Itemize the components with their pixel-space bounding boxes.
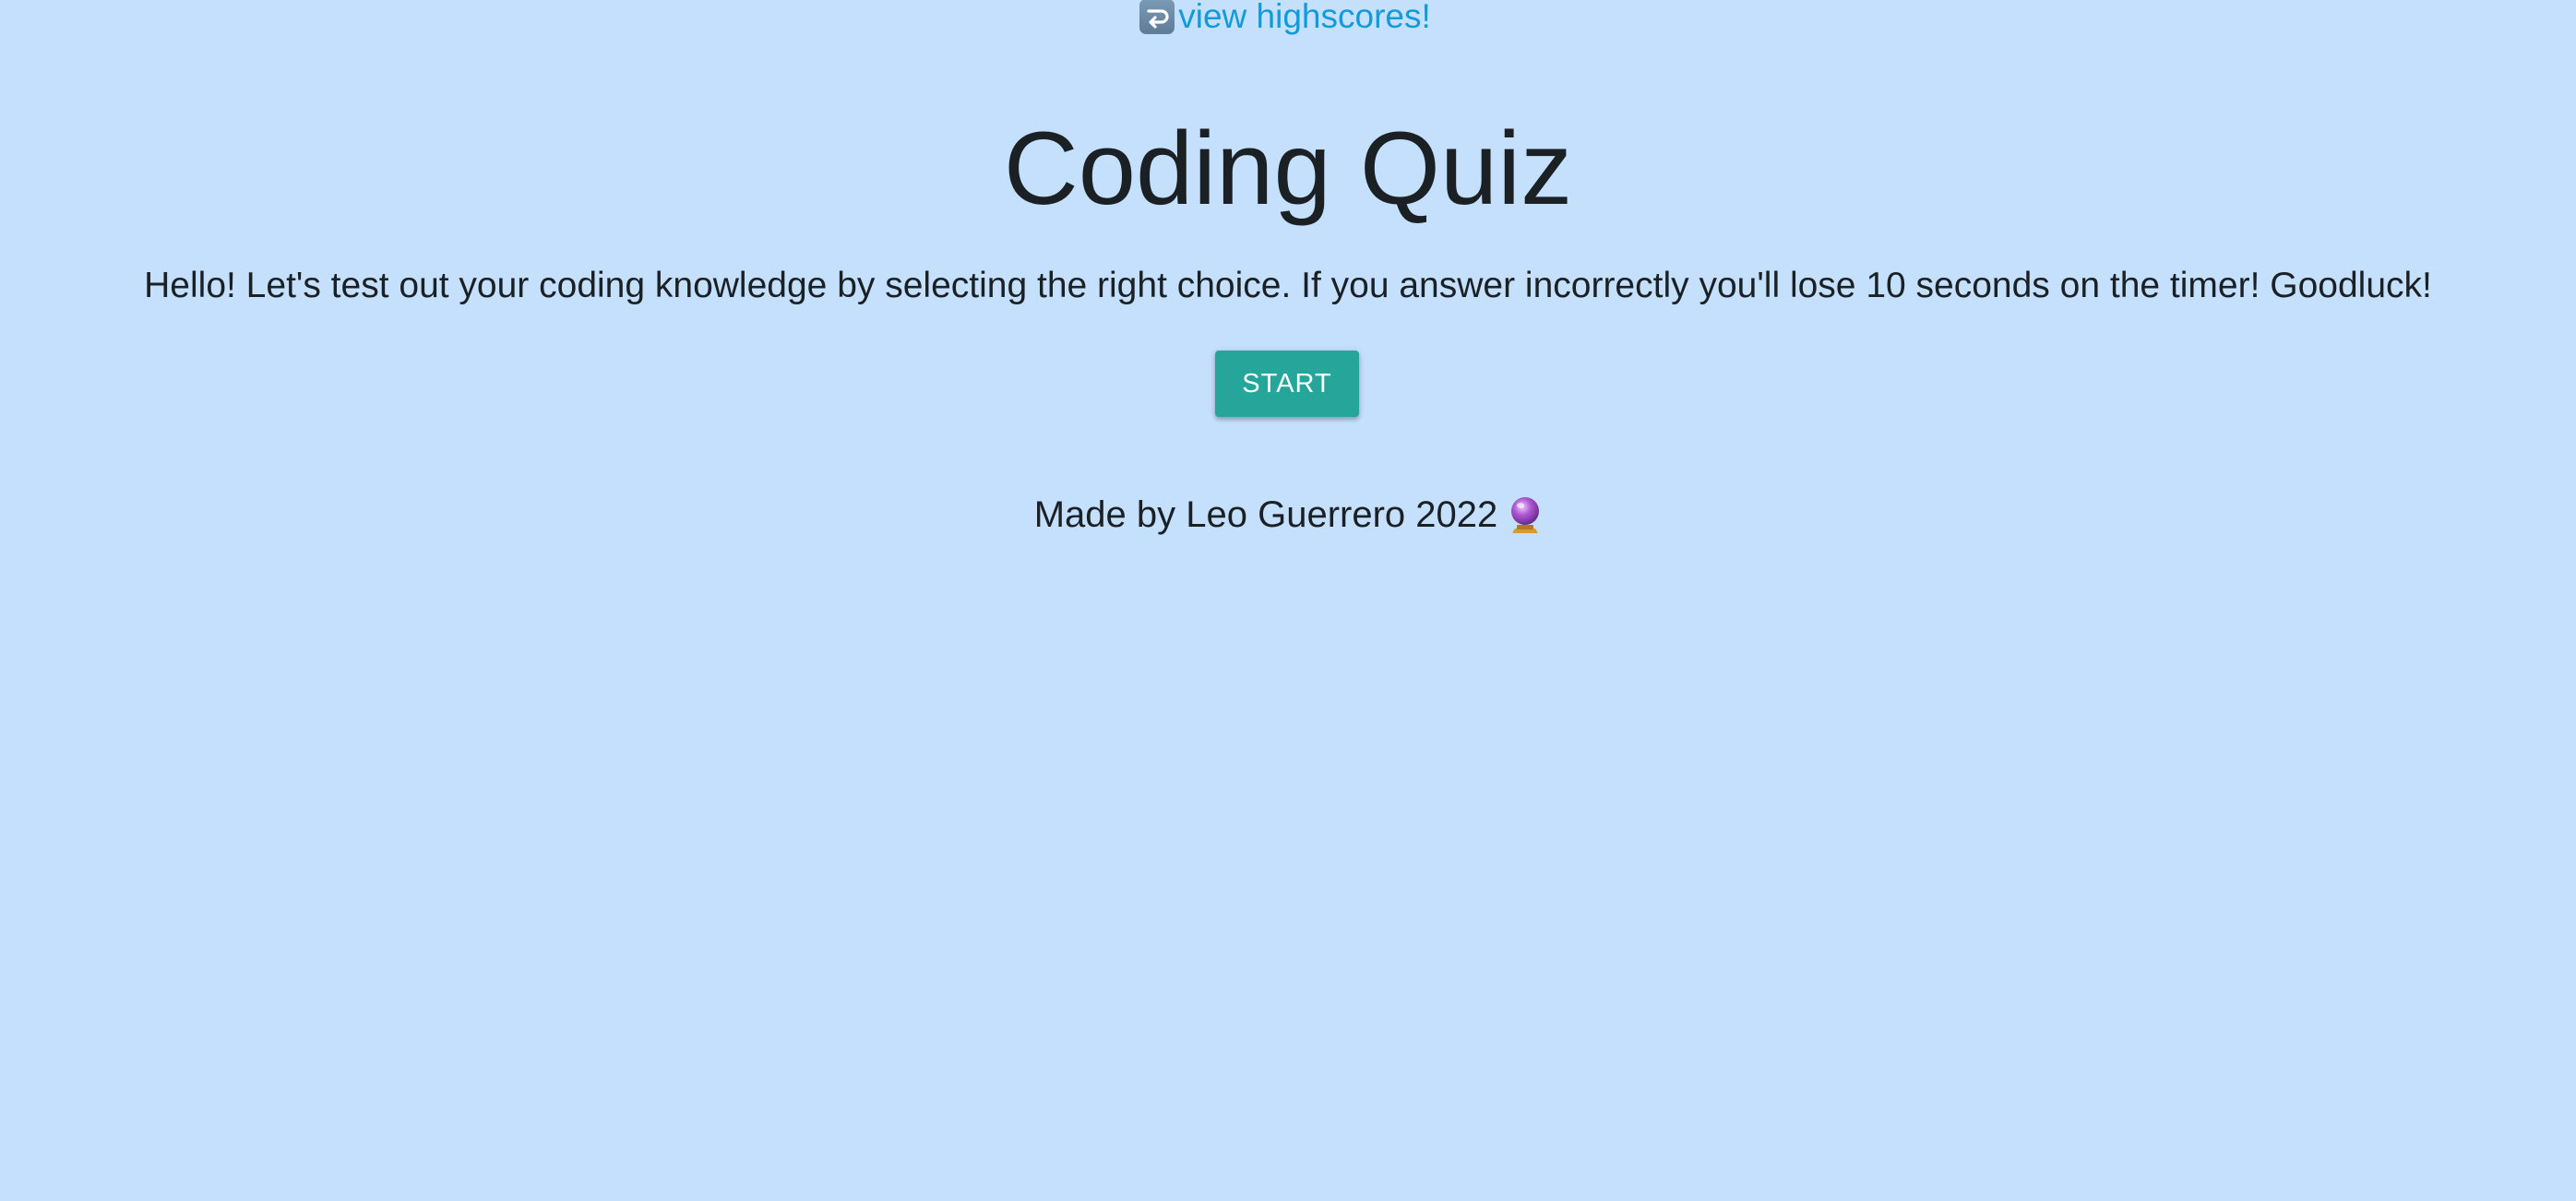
footer-text: Made by Leo Guerrero 2022 — [1033, 494, 1498, 535]
view-highscores-label: view highscores! — [1178, 0, 1431, 35]
start-button[interactable]: START — [1215, 351, 1359, 417]
intro-text: Hello! Let's test out your coding knowle… — [144, 266, 2432, 305]
crystal-ball-icon — [1509, 495, 1542, 534]
footer-content: Made by Leo Guerrero 2022 — [1034, 489, 1543, 541]
view-highscores-link[interactable]: view highscores! — [1139, 0, 1431, 35]
return-arrow-icon — [1139, 0, 1175, 34]
top-bar: view highscores! — [0, 0, 2576, 37]
footer: Made by Leo Guerrero 2022 — [0, 489, 2576, 541]
page-title: Coding Quiz — [1003, 111, 1573, 226]
start-container: START — [0, 351, 2576, 417]
